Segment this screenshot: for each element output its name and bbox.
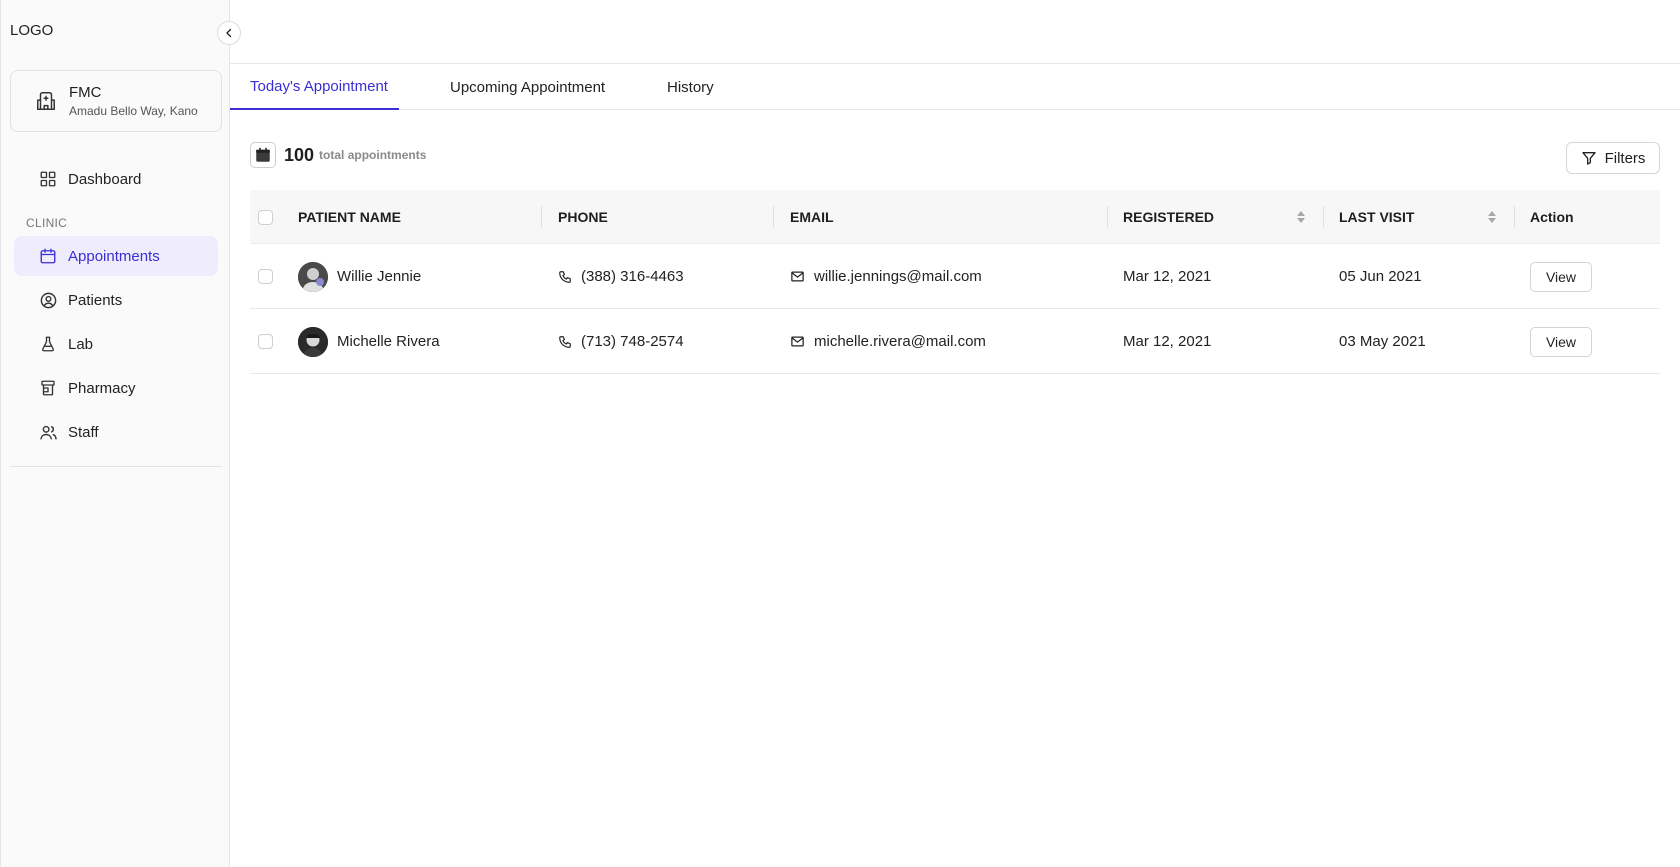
calendar-icon — [250, 142, 276, 168]
header-phone[interactable]: PHONE — [558, 190, 608, 244]
sidebar-item-label: Dashboard — [68, 170, 142, 188]
clinic-address: Amadu Bello Way, Kano — [69, 104, 198, 118]
avatar — [298, 326, 328, 357]
top-bar — [230, 0, 1680, 64]
sidebar-item-pharmacy[interactable]: Pharmacy — [14, 368, 218, 408]
table-row: Willie Jennie (388) 316-4463 willie.jenn… — [250, 244, 1660, 309]
appointments-table: PATIENT NAME PHONE EMAIL REGISTERED LAST… — [250, 190, 1660, 374]
table-header: PATIENT NAME PHONE EMAIL REGISTERED LAST… — [250, 190, 1660, 244]
email-cell: willie.jennings@mail.com — [790, 244, 982, 309]
sidebar-item-label: Lab — [68, 335, 94, 353]
last-visit-date: 03 May 2021 — [1339, 333, 1426, 350]
email-cell: michelle.rivera@mail.com — [790, 309, 986, 374]
action-cell: View — [1530, 244, 1592, 309]
tab-label: Upcoming Appointment — [450, 78, 606, 96]
mail-icon — [790, 269, 805, 284]
column-divider — [1323, 206, 1324, 228]
mail-icon — [790, 334, 805, 349]
sidebar-item-label: Appointments — [68, 247, 160, 265]
header-registered[interactable]: REGISTERED — [1123, 190, 1214, 244]
registered-date: Mar 12, 2021 — [1123, 333, 1212, 350]
tab-todays-appointment[interactable]: Today's Appointment — [230, 64, 399, 110]
collapse-sidebar-button[interactable] — [217, 21, 241, 45]
action-cell: View — [1530, 309, 1592, 374]
phone-number: (713) 748-2574 — [581, 333, 684, 350]
phone-number: (388) 316-4463 — [581, 268, 684, 285]
avatar — [298, 261, 328, 292]
sidebar-item-dashboard[interactable]: Dashboard — [14, 159, 218, 199]
sidebar-item-label: Staff — [68, 423, 99, 441]
phone-icon — [558, 270, 572, 284]
row-checkbox[interactable] — [258, 309, 273, 374]
calendar-icon — [38, 246, 58, 266]
column-divider — [1107, 206, 1108, 228]
clinic-name: FMC — [69, 84, 102, 101]
filter-icon — [1581, 150, 1597, 166]
phone-icon — [558, 335, 572, 349]
logo: LOGO — [10, 22, 54, 39]
sidebar-item-staff[interactable]: Staff — [14, 412, 218, 452]
sidebar-item-label: Pharmacy — [68, 379, 136, 397]
sidebar-item-label: Patients — [68, 291, 123, 309]
sidebar-nav-clinic: Appointments Patients Lab Pharmacy Staff — [14, 236, 218, 456]
appointment-tabs: Today's Appointment Upcoming Appointment… — [230, 64, 1680, 110]
patient-cell: Willie Jennie — [298, 244, 421, 309]
appointments-count: 100 — [284, 144, 315, 165]
grid-icon — [38, 169, 58, 189]
header-action: Action — [1530, 209, 1574, 225]
tab-history[interactable]: History — [667, 64, 714, 110]
appointments-summary: 100 total appointments — [250, 142, 426, 168]
tab-upcoming-appointment[interactable]: Upcoming Appointment — [450, 64, 605, 110]
sort-icon[interactable] — [1487, 210, 1497, 224]
sidebar-item-appointments[interactable]: Appointments — [14, 236, 218, 276]
view-button[interactable]: View — [1530, 261, 1592, 292]
email-address: willie.jennings@mail.com — [814, 268, 982, 285]
column-divider — [541, 206, 542, 228]
last-visit-date: 05 Jun 2021 — [1339, 268, 1422, 285]
sidebar-item-patients[interactable]: Patients — [14, 280, 218, 320]
table-row: Michelle Rivera (713) 748-2574 michelle.… — [250, 309, 1660, 374]
appointments-count-label: total appointments — [319, 148, 427, 162]
section-label-clinic: CLINIC — [26, 216, 68, 230]
header-last-visit[interactable]: LAST VISIT — [1339, 190, 1414, 244]
clinic-selector[interactable]: FMC Amadu Bello Way, Kano — [10, 70, 222, 132]
flask-icon — [38, 334, 58, 354]
phone-cell: (388) 316-4463 — [558, 244, 684, 309]
patient-name: Michelle Rivera — [337, 333, 440, 350]
email-address: michelle.rivera@mail.com — [814, 333, 986, 350]
header-patient-name[interactable]: PATIENT NAME — [298, 190, 401, 244]
sidebar: LOGO FMC Amadu Bello Way, Kano Dashboard… — [0, 0, 230, 867]
filters-button[interactable]: Filters — [1566, 142, 1660, 174]
tab-label: History — [667, 78, 714, 96]
column-divider — [1514, 206, 1515, 228]
header-email[interactable]: EMAIL — [790, 190, 834, 244]
sidebar-divider — [10, 466, 222, 467]
sidebar-item-lab[interactable]: Lab — [14, 324, 218, 364]
patient-name: Willie Jennie — [337, 268, 422, 285]
users-icon — [38, 422, 58, 442]
column-divider — [773, 206, 774, 228]
filters-label: Filters — [1604, 149, 1646, 167]
sort-icon[interactable] — [1296, 210, 1306, 224]
phone-cell: (713) 748-2574 — [558, 309, 684, 374]
patient-cell: Michelle Rivera — [298, 309, 440, 374]
pill-bottle-icon — [38, 378, 58, 398]
sidebar-nav-top: Dashboard — [14, 159, 218, 203]
tab-label: Today's Appointment — [250, 77, 388, 95]
row-checkbox[interactable] — [258, 244, 273, 309]
select-all-checkbox[interactable] — [258, 190, 273, 244]
hospital-icon — [35, 90, 57, 112]
chevron-left-icon — [223, 27, 235, 39]
user-circle-icon — [38, 290, 58, 310]
registered-date: Mar 12, 2021 — [1123, 268, 1212, 285]
view-button[interactable]: View — [1530, 326, 1592, 357]
